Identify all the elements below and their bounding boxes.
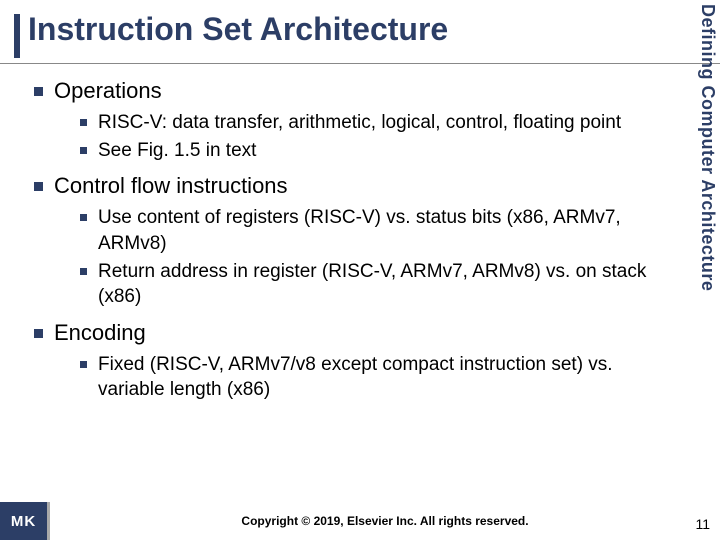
title-area: Instruction Set Architecture: [0, 0, 720, 64]
section-heading: Operations: [54, 78, 162, 103]
section-control-flow: Control flow instructions Use content of…: [28, 173, 680, 310]
publisher-logo: MK: [0, 502, 50, 540]
section-heading: Control flow instructions: [54, 173, 288, 198]
section-heading: Encoding: [54, 320, 146, 345]
bullet-item: RISC-V: data transfer, arithmetic, logic…: [54, 110, 680, 136]
title-accent-bar: [14, 14, 20, 58]
section-encoding: Encoding Fixed (RISC-V, ARMv7/v8 except …: [28, 320, 680, 403]
slide-title: Instruction Set Architecture: [28, 12, 448, 47]
section-operations: Operations RISC-V: data transfer, arithm…: [28, 78, 680, 163]
chapter-side-label: Defining Computer Architecture: [690, 4, 718, 334]
page-number: 11: [695, 516, 710, 532]
slide: Instruction Set Architecture Defining Co…: [0, 0, 720, 540]
bullet-item: See Fig. 1.5 in text: [54, 138, 680, 164]
bullet-item: Return address in register (RISC-V, ARMv…: [54, 259, 680, 310]
footer: MK Copyright © 2019, Elsevier Inc. All r…: [0, 502, 720, 540]
copyright-text: Copyright © 2019, Elsevier Inc. All righ…: [50, 514, 720, 528]
bullet-item: Use content of registers (RISC-V) vs. st…: [54, 205, 680, 256]
bullet-item: Fixed (RISC-V, ARMv7/v8 except compact i…: [54, 352, 680, 403]
slide-body: Operations RISC-V: data transfer, arithm…: [0, 64, 720, 403]
